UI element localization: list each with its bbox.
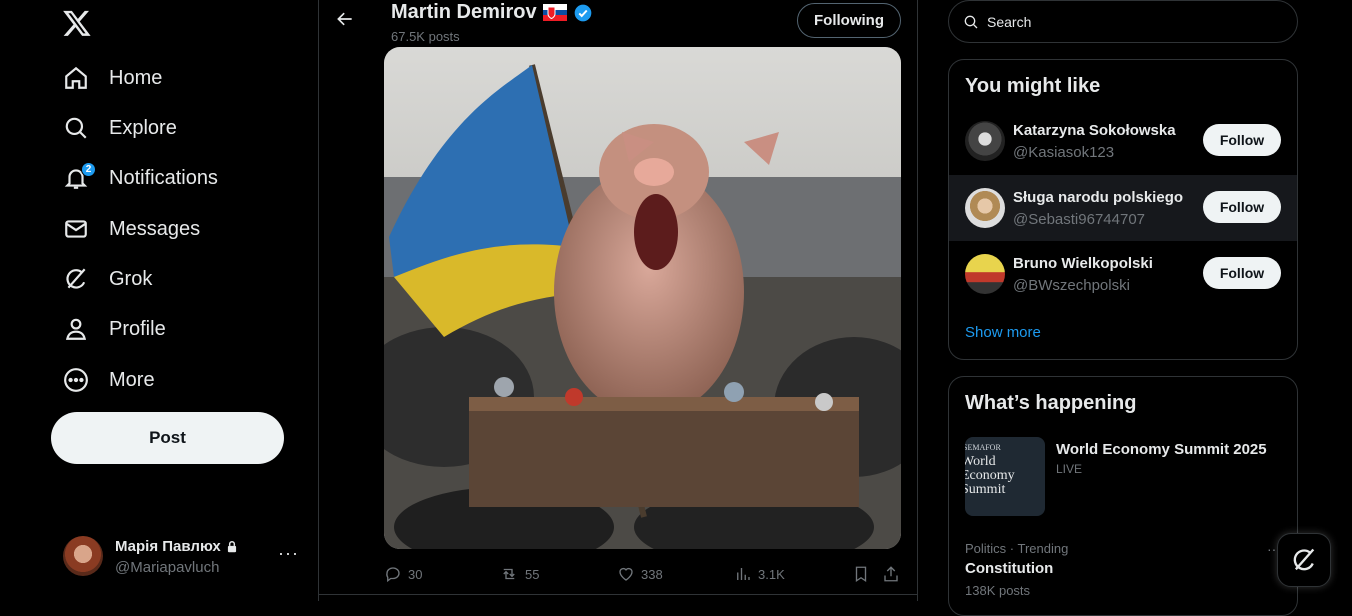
event-thumbnail-text: World Economy Summit bbox=[965, 454, 1015, 497]
nav-profile-label: Profile bbox=[109, 317, 166, 340]
post-author-name: Martin Demirov bbox=[391, 1, 537, 23]
views-count: 3.1K bbox=[758, 566, 785, 582]
nav-more[interactable]: More bbox=[62, 360, 155, 400]
heart-icon bbox=[619, 567, 633, 581]
post-count: 67.5K posts bbox=[391, 29, 460, 44]
account-name-row[interactable]: Марія Павлюх bbox=[115, 538, 239, 555]
more-circle-icon bbox=[62, 366, 90, 394]
search-input[interactable] bbox=[987, 13, 1267, 30]
search-icon bbox=[964, 15, 978, 28]
grok-floating-button[interactable] bbox=[1277, 533, 1331, 587]
person-icon bbox=[62, 315, 90, 343]
share-icon[interactable] bbox=[882, 564, 900, 584]
suggestion-handle: @Kasiasok123 bbox=[1013, 144, 1115, 161]
search-icon bbox=[62, 114, 90, 142]
event-thumbnail[interactable]: SEMAFOR World Economy Summit bbox=[965, 437, 1045, 516]
reply-action[interactable]: 30 bbox=[384, 564, 422, 584]
nav-more-label: More bbox=[109, 368, 155, 391]
user-avatar bbox=[965, 121, 1005, 161]
following-button[interactable]: Following bbox=[797, 3, 901, 38]
nav-notifications-label: Notifications bbox=[109, 166, 218, 189]
suggestion-item[interactable]: Katarzyna Sokołowska @Kasiasok123 Follow bbox=[949, 108, 1297, 174]
views-action[interactable]: 3.1K bbox=[734, 564, 785, 584]
nav-profile[interactable]: Profile bbox=[62, 309, 166, 349]
lock-icon bbox=[227, 540, 236, 552]
event-thumbnail-brand: SEMAFOR bbox=[965, 443, 1001, 452]
follow-button[interactable]: Follow bbox=[1203, 191, 1281, 223]
search-box[interactable] bbox=[948, 0, 1298, 43]
suggestion-name: Sługa narodu polskiego bbox=[1013, 189, 1184, 206]
bookmark-icon[interactable] bbox=[852, 564, 870, 584]
like-count: 338 bbox=[641, 566, 663, 582]
nav-grok[interactable]: Grok bbox=[62, 259, 152, 299]
repost-count: 55 bbox=[525, 566, 540, 582]
verified-badge-icon bbox=[574, 4, 591, 21]
envelope-icon bbox=[62, 215, 90, 243]
account-avatar[interactable] bbox=[63, 536, 103, 576]
trend-name[interactable]: Constitution bbox=[965, 560, 1053, 577]
event-live-label: LIVE bbox=[1056, 462, 1083, 476]
reply-icon bbox=[386, 567, 400, 583]
post-image[interactable] bbox=[384, 47, 901, 549]
suggestion-name: Bruno Wielkopolski bbox=[1013, 255, 1153, 272]
trend-post-count: 138K posts bbox=[965, 583, 1031, 598]
bell-icon: 2 bbox=[62, 162, 96, 192]
user-avatar bbox=[965, 254, 1005, 294]
repost-icon bbox=[503, 568, 515, 580]
notification-badge: 2 bbox=[81, 162, 96, 177]
suggestion-handle: @BWszechpolski bbox=[1013, 277, 1130, 294]
nav-home-label: Home bbox=[109, 66, 163, 89]
follow-button[interactable]: Follow bbox=[1203, 257, 1281, 289]
grok-icon bbox=[62, 265, 90, 293]
suggestion-item[interactable]: Bruno Wielkopolski @BWszechpolski Follow bbox=[949, 241, 1297, 307]
post-author-row[interactable]: Martin Demirov bbox=[391, 1, 593, 24]
post-divider bbox=[319, 594, 917, 595]
suggestion-name: Katarzyna Sokołowska bbox=[1013, 122, 1176, 139]
nav-messages-label: Messages bbox=[109, 217, 201, 240]
home-icon bbox=[62, 64, 90, 92]
repost-action[interactable]: 55 bbox=[499, 564, 539, 584]
user-avatar bbox=[965, 188, 1005, 228]
post-button[interactable]: Post bbox=[51, 412, 284, 464]
x-logo-icon[interactable] bbox=[62, 8, 92, 38]
you-might-like-card: You might like Katarzyna Sokołowska @Kas… bbox=[948, 59, 1298, 360]
nav-explore[interactable]: Explore bbox=[62, 108, 177, 148]
nav-notifications[interactable]: 2 Notifications bbox=[62, 158, 218, 198]
views-chart-icon bbox=[737, 568, 750, 580]
nav-home[interactable]: Home bbox=[62, 58, 162, 98]
like-action[interactable]: 338 bbox=[617, 564, 663, 584]
suggestion-item[interactable]: Sługa narodu polskiego @Sebasti96744707 … bbox=[949, 175, 1297, 241]
whats-happening-card: What’s happening SEMAFOR World Economy S… bbox=[948, 376, 1298, 616]
suggestion-handle: @Sebasti96744707 bbox=[1013, 211, 1145, 228]
slovakia-flag-icon bbox=[542, 4, 567, 21]
event-title[interactable]: World Economy Summit 2025 bbox=[1056, 441, 1267, 458]
show-more-link[interactable]: Show more bbox=[965, 324, 1041, 341]
grok-icon bbox=[1293, 548, 1315, 571]
account-menu-icon[interactable]: ··· bbox=[278, 543, 299, 564]
whats-happening-title: What’s happening bbox=[965, 392, 1137, 414]
nav-messages[interactable]: Messages bbox=[62, 209, 200, 249]
nav-explore-label: Explore bbox=[109, 116, 177, 139]
you-might-like-title: You might like bbox=[965, 75, 1101, 97]
nav-grok-label: Grok bbox=[109, 267, 153, 290]
account-handle: @Mariapavluch bbox=[115, 559, 220, 576]
account-name: Марія Павлюх bbox=[115, 538, 221, 555]
reply-count: 30 bbox=[408, 566, 423, 582]
follow-button[interactable]: Follow bbox=[1203, 124, 1281, 156]
trend-category: Politics · Trending bbox=[965, 541, 1069, 556]
back-arrow-icon[interactable] bbox=[335, 9, 357, 31]
